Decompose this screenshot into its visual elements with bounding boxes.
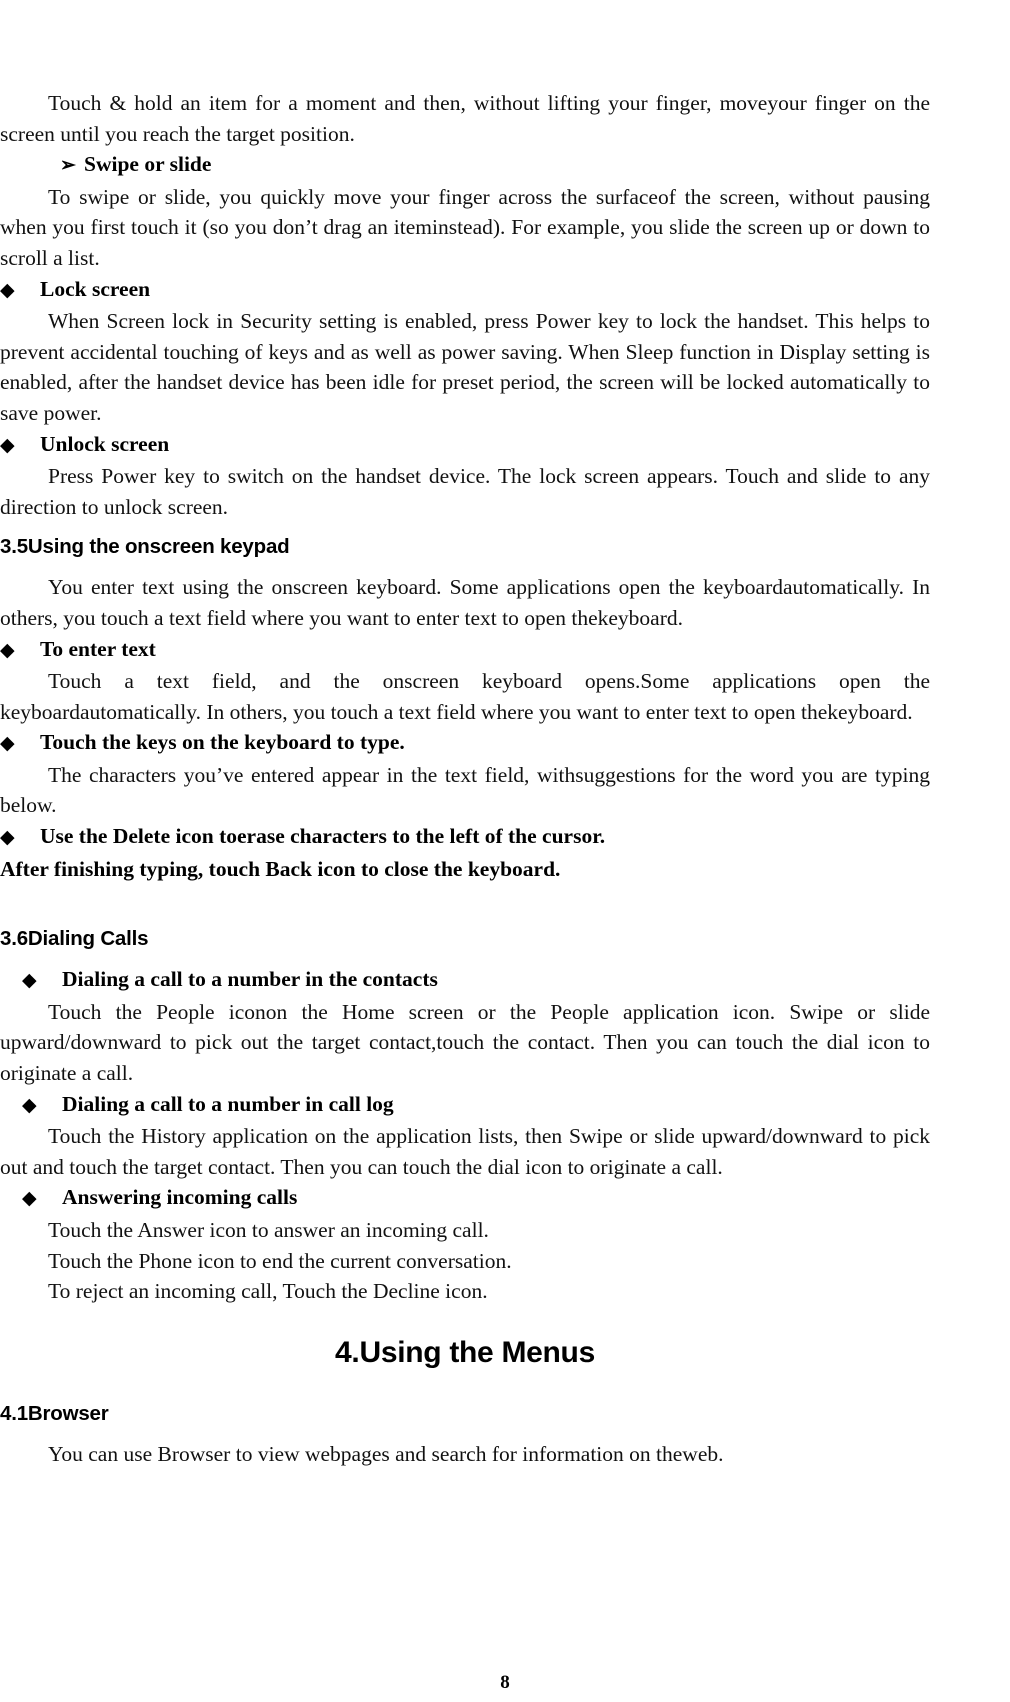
- heading-dialing-contacts-label: Dialing a call to a number in the contac…: [62, 967, 438, 992]
- diamond-bullet-icon: ◆: [0, 434, 15, 456]
- document-page: Touch & hold an item for a moment and th…: [0, 0, 1010, 1702]
- diamond-bullet-icon: ◆: [22, 1188, 37, 1210]
- section-heading-4-1: 4.1Browser: [0, 1401, 109, 1425]
- diamond-bullet-icon: ◆: [22, 1094, 37, 1116]
- paragraph-dialing-contacts: Touch the People iconon the Home screen …: [0, 999, 930, 1086]
- page-content: Touch & hold an item for a moment and th…: [0, 88, 930, 1469]
- paragraph-touch-and-hold: Touch & hold an item for a moment and th…: [0, 91, 930, 146]
- heading-to-enter-text-label: To enter text: [40, 636, 156, 661]
- heading-touch-keys-label: Touch the keys on the keyboard to type.: [40, 730, 405, 755]
- line-answer-icon: Touch the Answer icon to answer an incom…: [48, 1218, 489, 1242]
- paragraph-section-4-1: You can use Browser to view webpages and…: [48, 1441, 724, 1466]
- paragraph-lock-screen: When Screen lock in Security setting is …: [0, 309, 930, 425]
- paragraph-touch-keys: The characters you’ve entered appear in …: [0, 762, 930, 818]
- heading-unlock-screen-label: Unlock screen: [40, 431, 170, 456]
- section-heading-3-5: 3.5Using the onscreen keypad: [0, 535, 290, 559]
- paragraph-to-enter-text: Touch a text field, and the onscreen key…: [0, 669, 930, 724]
- heading-swipe-or-slide: ➢ Swipe or slide: [0, 149, 930, 182]
- paragraph-unlock-screen: Press Power key to switch on the handset…: [0, 464, 930, 519]
- line-decline-icon: To reject an incoming call, Touch the De…: [48, 1279, 488, 1304]
- heading-dialing-call-log: ◆ Dialing a call to a number in call log: [0, 1089, 930, 1122]
- heading-unlock-screen: ◆ Unlock screen: [0, 429, 930, 462]
- heading-dialing-call-log-label: Dialing a call to a number in call log: [62, 1091, 394, 1116]
- heading-answering-calls-label: Answering incoming calls: [62, 1185, 298, 1210]
- heading-lock-screen: ◆ Lock screen: [0, 274, 930, 307]
- diamond-bullet-icon: ◆: [0, 827, 15, 849]
- diamond-bullet-icon: ◆: [0, 639, 15, 661]
- chapter-heading-4: 4.Using the Menus: [335, 1335, 595, 1369]
- section-heading-3-6: 3.6Dialing Calls: [0, 927, 149, 951]
- paragraph-swipe-or-slide: To swipe or slide, you quickly move your…: [0, 184, 930, 270]
- heading-dialing-contacts: ◆ Dialing a call to a number in the conta…: [0, 964, 930, 997]
- line-after-finishing-typing: After finishing typing, touch Back icon …: [0, 856, 561, 881]
- heading-to-enter-text: ◆ To enter text: [0, 634, 930, 667]
- paragraph-dialing-call-log: Touch the History application on the app…: [0, 1124, 930, 1179]
- heading-delete-icon: ◆ Use the Delete icon toerase characters …: [0, 821, 930, 854]
- heading-swipe-or-slide-label: Swipe or slide: [84, 152, 212, 177]
- diamond-bullet-icon: ◆: [22, 970, 37, 992]
- diamond-bullet-icon: ◆: [0, 279, 15, 301]
- paragraph-section-3-5: You enter text using the onscreen keyboa…: [0, 575, 930, 630]
- heading-touch-keys: ◆ Touch the keys on the keyboard to type.: [0, 727, 930, 760]
- arrow-bullet-icon: ➢: [60, 155, 76, 177]
- heading-delete-icon-label: Use the Delete icon toerase characters t…: [40, 824, 606, 849]
- heading-answering-calls: ◆ Answering incoming calls: [0, 1182, 930, 1215]
- heading-lock-screen-label: Lock screen: [40, 276, 151, 301]
- page-number: 8: [500, 1672, 510, 1693]
- diamond-bullet-icon: ◆: [0, 733, 15, 755]
- line-phone-icon: Touch the Phone icon to end the current …: [48, 1248, 512, 1273]
